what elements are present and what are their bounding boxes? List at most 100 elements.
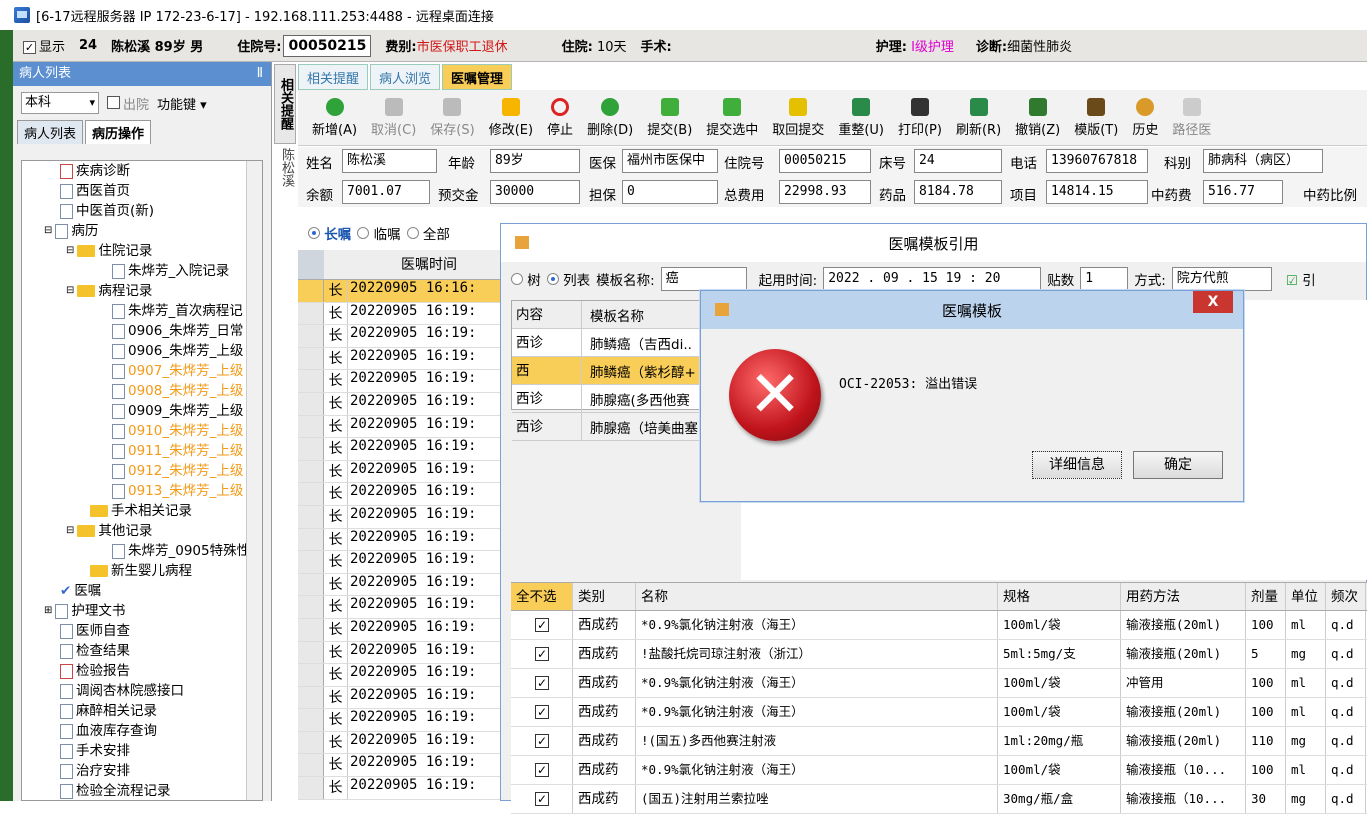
phone-field[interactable]: 13960767818 [1046, 149, 1148, 173]
tree-item[interactable]: 朱烨芳_首次病程记 [112, 301, 243, 321]
retrieve-submit-button[interactable]: 取回提交 [768, 97, 828, 138]
tree-item[interactable]: 调阅杏林院感接口 [60, 681, 184, 701]
age-field[interactable]: 89岁 [490, 149, 580, 173]
order-row[interactable]: 长 20220905 16:19: [298, 596, 510, 619]
order-row[interactable]: 长 20220905 16:19: [298, 505, 510, 529]
row-checkbox[interactable]: ✓ [511, 698, 573, 726]
template-detail-grid[interactable]: 全不选 类别 名称 规格 用药方法 剂量 单位 频次 ✓ 西成药 *0.9%氯化钠注… [511, 582, 1367, 814]
radio-long-term[interactable]: 长嘱 [308, 223, 351, 243]
tab-record-ops[interactable]: 病历操作 [85, 120, 152, 144]
close-button[interactable]: X [1193, 291, 1233, 313]
history-button[interactable]: 历史 [1128, 97, 1162, 138]
tree-item[interactable]: ⊟ 病历 [44, 221, 98, 241]
tree-item[interactable]: 0906_朱烨芳_上级 [112, 341, 243, 361]
stop-button[interactable]: 停止 [543, 97, 577, 138]
order-row[interactable]: 长 20220905 16:19: [298, 415, 510, 439]
order-row[interactable]: 长 20220905 16:19: [298, 302, 510, 326]
reorganize-button[interactable]: 重整(U) [834, 97, 888, 138]
template-detail-row[interactable]: ✓ 西成药 *0.9%氯化钠注射液（海王） 100ml/袋 输液接瓶（10... 100 m… [511, 756, 1367, 785]
function-key-menu[interactable]: 功能键 ▾ [157, 94, 207, 113]
pin-icon[interactable]: Ⅱ [257, 62, 263, 86]
tree-item[interactable]: 手术安排 [60, 741, 130, 761]
method-select[interactable]: 院方代煎 [1171, 267, 1272, 291]
details-button[interactable]: 详细信息 [1032, 451, 1122, 479]
tab-reminders[interactable]: 相关提醒 [298, 64, 369, 90]
tree-item[interactable]: 0913_朱烨芳_上级 [112, 481, 243, 501]
start-time-picker[interactable]: 2022 . 09 . 15 19 : 20 [823, 267, 1042, 291]
save-button[interactable]: 保存(S) [426, 97, 478, 138]
order-row[interactable]: 长 20220905 16:19: [298, 686, 510, 710]
order-row[interactable]: 长 20220905 16:19: [298, 664, 510, 687]
tree-item[interactable]: 西医首页 [60, 181, 130, 201]
dept-select[interactable]: 本科 [21, 92, 99, 114]
tree-item[interactable]: 检验全流程记录 [60, 781, 171, 800]
order-row[interactable]: 长 20220905 16:19: [298, 618, 510, 642]
template-detail-row[interactable]: ✓ 西成药 (国五)注射用兰索拉唑 30mg/瓶/盒 输液接瓶（10... 30 mg q.d [511, 785, 1367, 814]
template-detail-row[interactable]: ✓ 西成药 !盐酸托烷司琼注射液（浙江） 5ml:5mg/支 输液接瓶(20ml) 5 mg… [511, 640, 1367, 669]
order-row[interactable]: 长 20220905 16:19: [298, 709, 510, 732]
add-button[interactable]: 新增(A) [308, 97, 361, 138]
order-row[interactable]: 长 20220905 16:19: [298, 528, 510, 552]
tree-item[interactable]: 0910_朱烨芳_上级 [112, 421, 243, 441]
tree-item[interactable]: 0907_朱烨芳_上级 [112, 361, 243, 381]
tree-item[interactable]: 中医首页(新) [60, 201, 154, 221]
tree-item[interactable]: 0908_朱烨芳_上级 [112, 381, 243, 401]
tree-item[interactable]: 0906_朱烨芳_日常 [112, 321, 243, 341]
guarantee-field[interactable]: 0 [622, 180, 718, 204]
tree-scrollbar[interactable] [246, 161, 262, 800]
tree-item[interactable]: 0911_朱烨芳_上级 [112, 441, 243, 461]
row-checkbox[interactable]: ✓ [511, 640, 573, 668]
template-detail-row[interactable]: ✓ 西成药 !(国五)多西他赛注射液 1ml:20mg/瓶 输液接瓶(20ml) 110 m… [511, 727, 1367, 756]
radio-tree[interactable]: 树 [511, 269, 541, 289]
order-row[interactable]: 长 20220905 16:19: [298, 347, 510, 371]
delete-button[interactable]: 删除(D) [583, 97, 637, 138]
row-checkbox[interactable]: ✓ [511, 785, 573, 813]
bed-field[interactable]: 24 [914, 149, 1002, 173]
order-row[interactable]: 长 20220905 16:19: [298, 551, 510, 574]
ok-button[interactable]: 确定 [1133, 451, 1223, 479]
deposit-field[interactable]: 30000 [490, 180, 580, 204]
order-row[interactable]: 长 20220905 16:19: [298, 325, 510, 348]
order-row[interactable]: 长 20220905 16:19: [298, 754, 510, 778]
tree-item[interactable]: 麻醉相关记录 [60, 701, 157, 721]
path-button[interactable]: 路径医 [1168, 97, 1215, 138]
row-checkbox[interactable]: ✓ [511, 727, 573, 755]
cancel-button[interactable]: 取消(C) [367, 97, 420, 138]
template-detail-row[interactable]: ✓ 西成药 *0.9%氯化钠注射液（海王） 100ml/袋 输液接瓶(20ml) 100 m… [511, 611, 1367, 640]
order-row[interactable]: 长 20220905 16:19: [298, 483, 510, 506]
tree-item[interactable]: ⊟ 病程记录 [66, 281, 152, 301]
print-button[interactable]: 打印(P) [894, 97, 946, 138]
side-tab-reminder[interactable]: 相关提醒 [274, 64, 296, 144]
tree-item[interactable]: 朱烨芳_0905特殊性 [112, 541, 250, 561]
row-checkbox[interactable]: ✓ [511, 669, 573, 697]
radio-all[interactable]: 全部 [406, 223, 450, 243]
tab-order-management[interactable]: 医嘱管理 [442, 64, 513, 90]
insurance-field[interactable]: 福州市医保中 [622, 149, 718, 173]
tree-item[interactable]: 手术相关记录 [90, 501, 192, 521]
balance-field[interactable]: 7001.07 [342, 180, 430, 204]
order-row[interactable]: 长 20220905 16:19: [298, 731, 510, 755]
reference-button[interactable]: ☑ 引 [1286, 269, 1316, 289]
name-field[interactable]: 陈松溪 [342, 149, 437, 173]
template-detail-row[interactable]: ✓ 西成药 *0.9%氯化钠注射液（海王） 100ml/袋 输液接瓶(20ml) 100 m… [511, 698, 1367, 727]
template-name-input[interactable]: 癌 [660, 267, 747, 291]
order-row[interactable]: 长 20220905 16:19: [298, 392, 510, 416]
revoke-button[interactable]: 撤销(Z) [1011, 97, 1064, 138]
submit-button[interactable]: 提交(B) [643, 97, 696, 138]
doses-stepper[interactable]: 1 [1080, 267, 1129, 291]
tree-item[interactable]: ✔ 医嘱 [60, 581, 101, 601]
order-row[interactable]: 长 20220905 16:19: [298, 438, 510, 461]
tree-item[interactable]: 医师自查 [60, 621, 130, 641]
submit-selected-button[interactable]: 提交选中 [702, 97, 762, 138]
order-grid[interactable]: 医嘱时间 长 20220905 16:16: 长 20220905 16:19: 长 20… [298, 250, 510, 801]
template-detail-row[interactable]: ✓ 西成药 *0.9%氯化钠注射液（海王） 100ml/袋 冲管用 100 ml q.d [511, 669, 1367, 698]
show-checkbox[interactable]: ✓ 显示 [23, 36, 65, 55]
tree-item[interactable]: 朱烨芳_入院记录 [112, 261, 229, 281]
tree-item[interactable]: 治疗安排 [60, 761, 130, 781]
radio-list[interactable]: 列表 [546, 269, 590, 289]
discharge-checkbox[interactable]: 出院 [107, 94, 149, 113]
tree-item[interactable]: 0909_朱烨芳_上级 [112, 401, 243, 421]
row-checkbox[interactable]: ✓ [511, 756, 573, 784]
tree-item[interactable]: 疾病诊断 [60, 161, 130, 181]
record-tree[interactable]: 疾病诊断 西医首页 中医首页(新) ⊟ 病历 ⊟ 住院记录 朱烨芳_入院记录 ⊟ 病程… [21, 160, 263, 801]
